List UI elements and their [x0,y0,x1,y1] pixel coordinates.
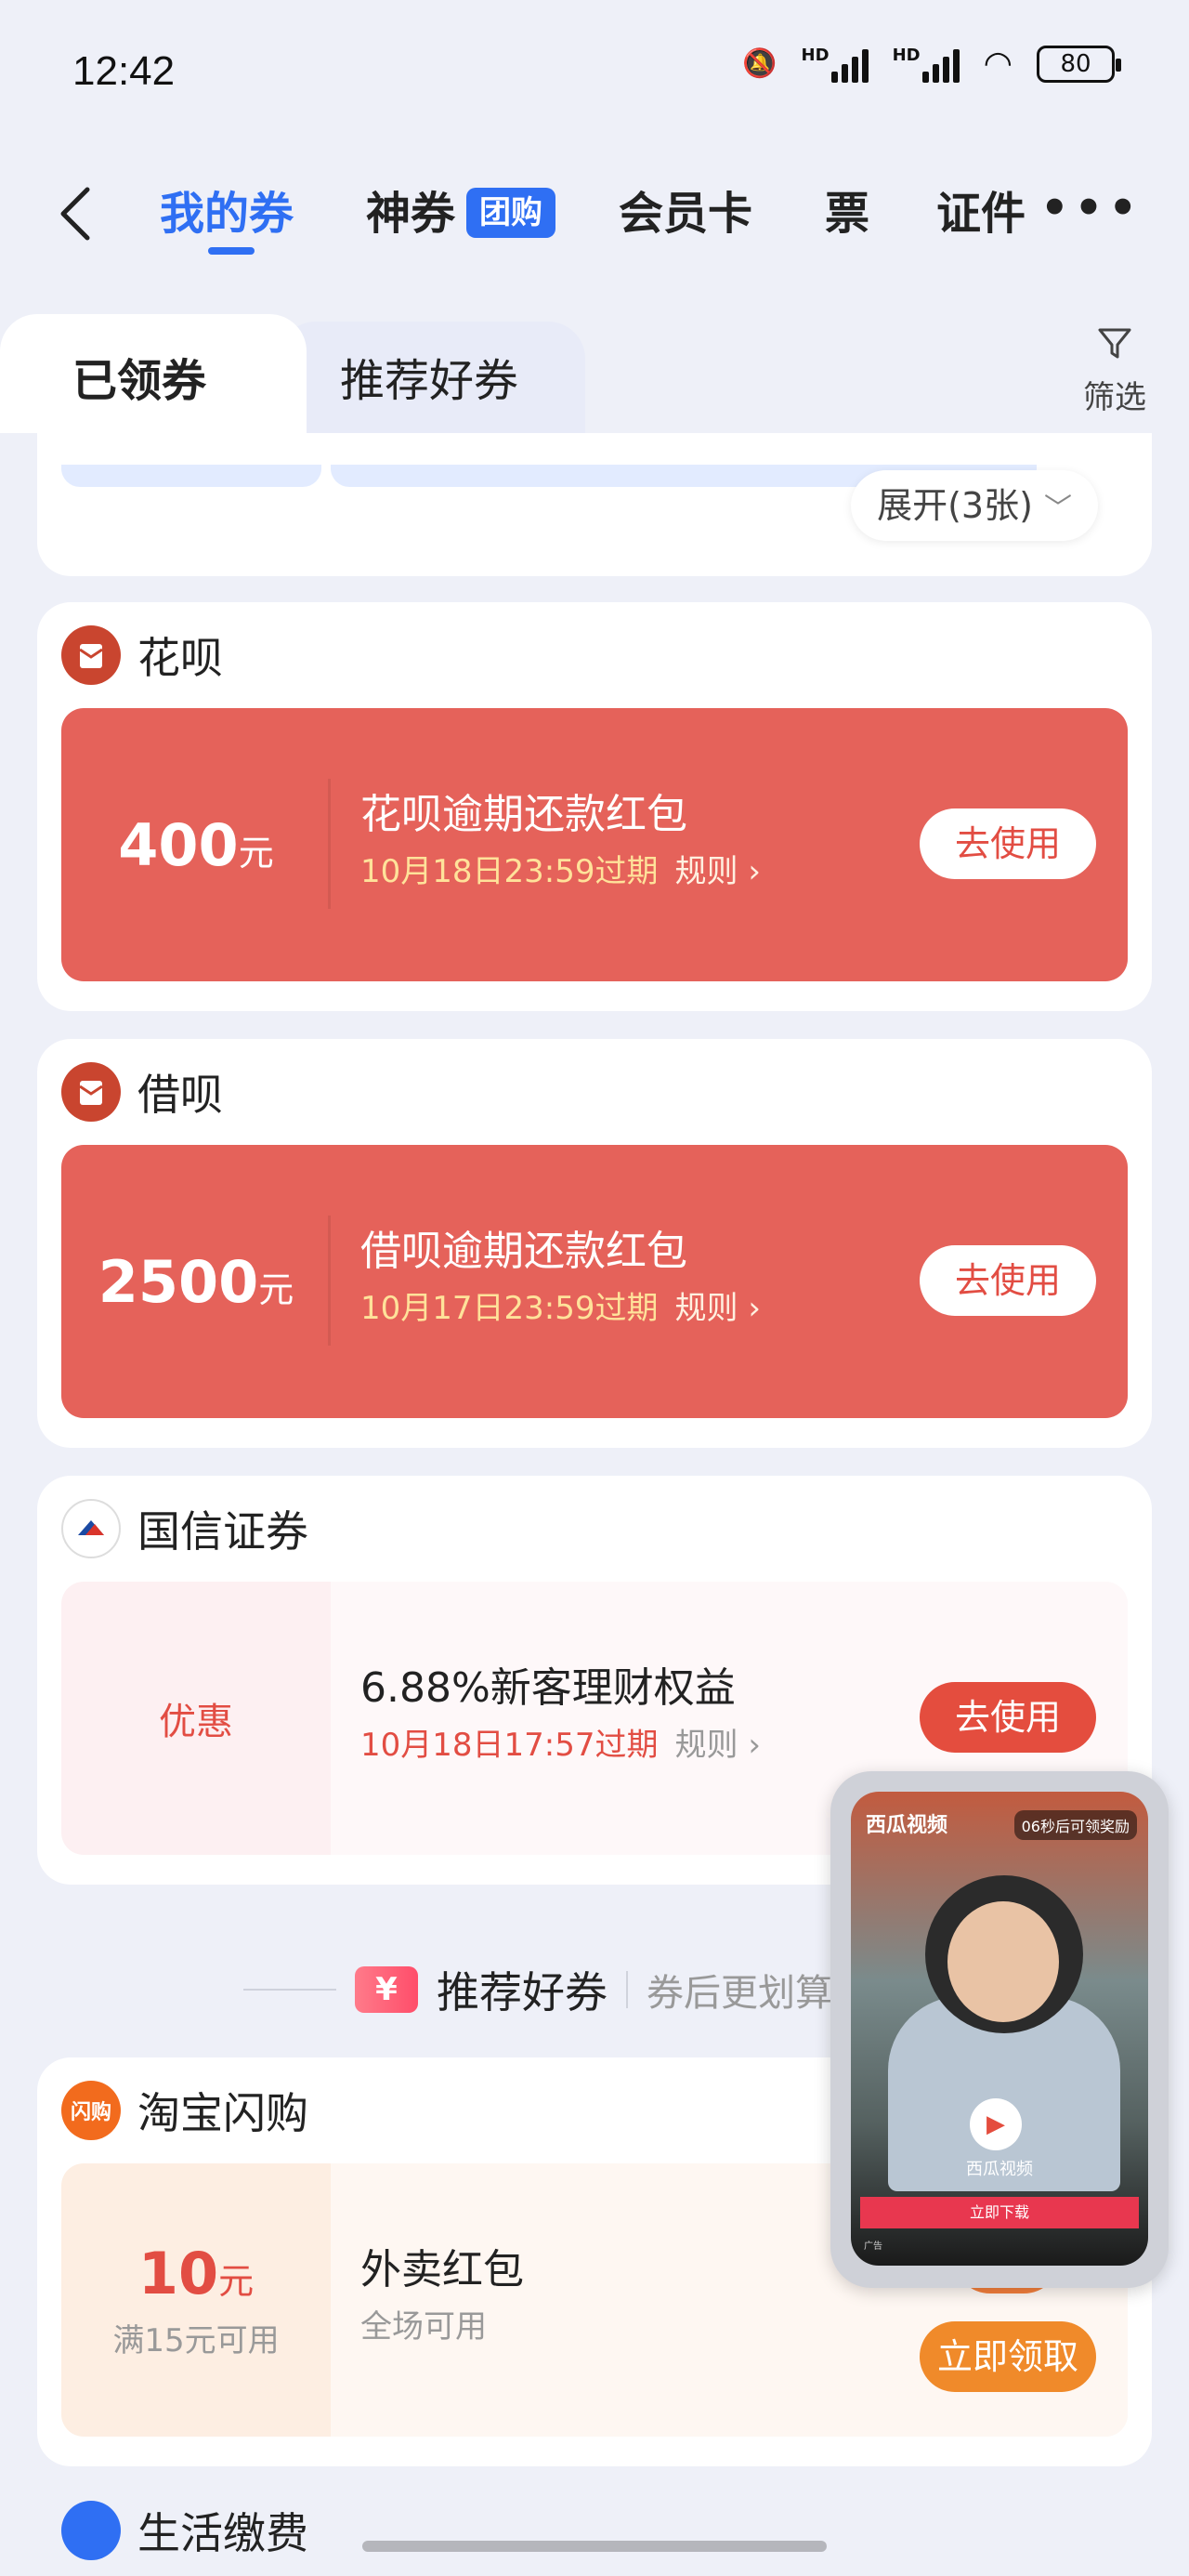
coupon-huabei[interactable]: 400元 花呗逾期还款红包 10月18日23:59过期 规则 › 去使用 [61,708,1128,981]
coupon-amount: 2500元 [61,1145,331,1418]
coupon-card-huabei: 花呗 400元 花呗逾期还款红包 10月18日23:59过期 规则 › 去使用 [37,602,1152,1011]
coupon-title: 6.88%新客理财权益 [360,1664,736,1712]
recommend-section-header: ¥ 推荐好券 券后更划算 [243,1959,832,2020]
filter-button[interactable]: 筛选 [1078,325,1152,417]
brand-header: 花呗 [61,624,223,686]
divider [626,1971,628,2008]
coupon-card-jiebei: 借呗 2500元 借呗逾期还款红包 10月17日23:59过期 规则 › 去使用 [37,1039,1152,1448]
tab-super-coupons[interactable]: 神券 [366,184,455,243]
tab-documents[interactable]: 证件 [936,184,1026,243]
signal-2-icon: HD [893,46,960,83]
video-caption: 西瓜视频 [966,2160,1033,2179]
use-button[interactable]: 去使用 [920,808,1096,879]
tab-membership-card[interactable]: 会员卡 [619,184,752,243]
taobao-flash-icon: 闪购 [61,2081,121,2140]
divider [243,1989,336,1991]
video-app-name: 西瓜视频 [866,1814,948,1837]
coupon-condition: 满15元可用 [112,2322,280,2359]
coupon-jiebei[interactable]: 2500元 借呗逾期还款红包 10月17日23:59过期 规则 › 去使用 [61,1145,1128,1418]
filter-label: 筛选 [1083,379,1146,416]
brand-header: 借呗 [61,1061,223,1123]
brand-header: 国信证券 [61,1498,308,1559]
brand-name: 淘宝闪购 [137,2088,308,2138]
claim-button[interactable]: 立即领取 [920,2321,1096,2392]
group-buy-badge: 团购 [466,188,555,238]
subtab-recommended-label[interactable]: 推荐好券 [340,351,518,411]
use-button[interactable]: 去使用 [920,1245,1096,1316]
coupon-amount: 400元 [61,708,331,981]
back-button[interactable] [56,184,93,254]
video-screen[interactable]: 西瓜视频 06秒后可领奖励 ▶ 西瓜视频 立即下载 广告 [851,1792,1148,2266]
ad-tag: 广告 [864,2241,882,2252]
battery-icon: 80 [1037,45,1121,83]
brand-name: 借呗 [137,1070,223,1120]
use-button[interactable]: 去使用 [920,1682,1096,1753]
guosen-logo-icon [61,1499,121,1558]
brand-header: 闪购 淘宝闪购 [61,2080,308,2141]
signal-1-icon: HD [802,46,869,83]
next-section-peek: 生活缴费 [61,2500,308,2561]
active-tab-indicator [208,247,255,255]
brand-name: 国信证券 [137,1506,308,1557]
coupon-amount: 10元 满15元可用 [112,2240,280,2359]
coupon-yen-icon: ¥ [355,1966,418,2013]
status-time: 12:42 [72,48,176,94]
tab-my-coupons[interactable]: 我的券 [160,184,294,243]
coupon-amount: 优惠 [159,1701,233,1743]
red-envelope-icon [61,1062,121,1122]
floating-video-ad[interactable]: 西瓜视频 06秒后可领奖励 ▶ 西瓜视频 立即下载 广告 [830,1771,1169,2288]
chevron-down-icon: ﹀ [1044,493,1072,525]
filter-icon [1078,325,1152,372]
play-icon[interactable]: ▶ [970,2098,1022,2150]
coupon-scope: 全场可用 [360,2308,487,2346]
coupon-expiry: 10月17日23:59过期 规则 › [360,1290,761,1327]
collapsed-coupon-edge [61,465,321,487]
recommend-subtitle: 券后更划算 [647,1972,832,2015]
rule-link[interactable]: 规则 › [675,1727,761,1764]
recommend-title: 推荐好券 [437,1967,608,2017]
download-button[interactable]: 立即下载 [860,2197,1139,2228]
rule-link[interactable]: 规则 › [675,1290,761,1327]
coupon-expiry: 10月18日23:59过期 规则 › [360,853,761,890]
life-payment-icon [61,2501,121,2560]
red-envelope-icon [61,625,121,685]
expand-button[interactable]: 展开(3张) ﹀ [851,470,1098,541]
coupon-title: 花呗逾期还款红包 [360,791,687,838]
rule-link[interactable]: 规则 › [675,853,761,890]
video-person-face [947,1901,1059,2022]
mute-icon: 🔕 [742,47,777,80]
wifi-icon: ◠ [983,45,1013,83]
subtab-claimed-label[interactable]: 已领券 [72,351,206,411]
reward-countdown[interactable]: 06秒后可领奖励 [1013,1810,1137,1840]
coupon-expiry: 10月18日17:57过期 规则 › [360,1727,761,1764]
tab-tickets[interactable]: 票 [825,184,869,243]
more-icon[interactable]: ••• [1040,182,1143,234]
brand-name: 生活缴费 [137,2508,308,2558]
brand-name: 花呗 [137,633,223,683]
coupon-title: 外卖红包 [360,2246,524,2293]
coupon-title: 借呗逾期还款红包 [360,1228,687,1275]
status-icons: 🔕 HD HD ◠ 80 [742,45,1121,83]
home-indicator[interactable] [362,2541,827,2552]
